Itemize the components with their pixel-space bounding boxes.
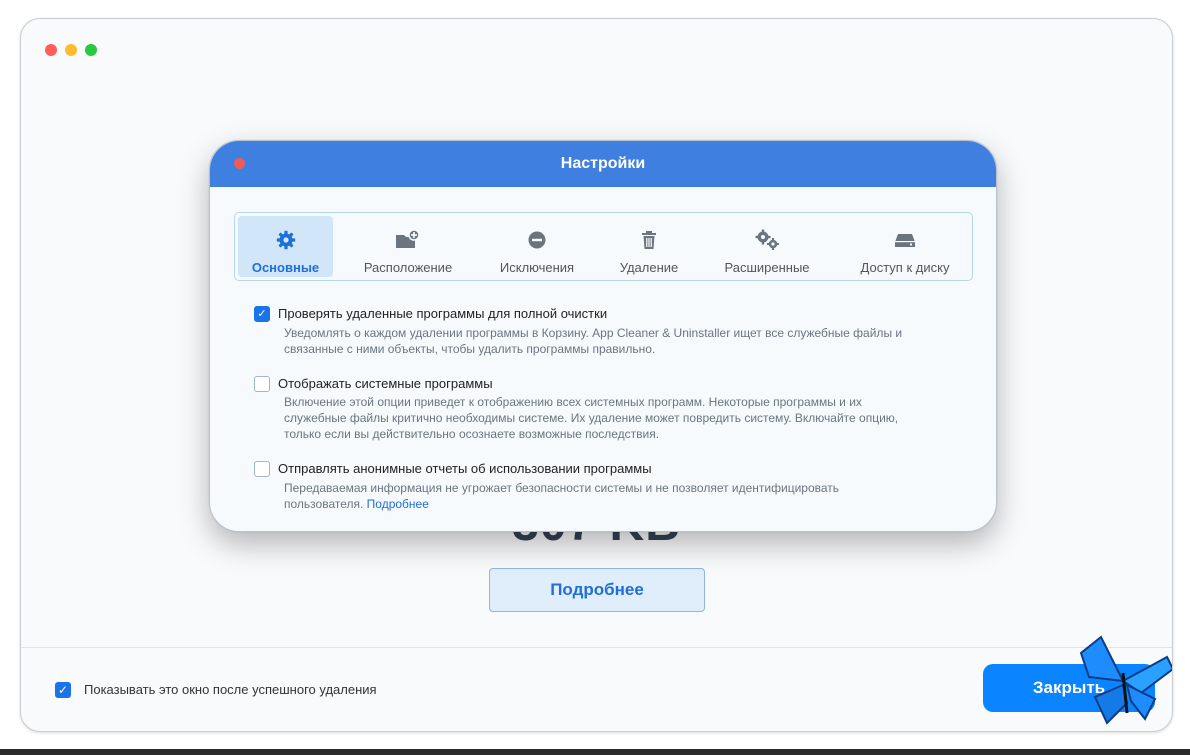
desc-line: пользователя. Подробнее: [284, 496, 964, 512]
settings-tabs: Основные Расположение Исключения Удалени…: [234, 212, 973, 281]
tab-advanced-label: Расширенные: [724, 260, 810, 275]
window-minimize-button[interactable]: [65, 44, 77, 56]
trash-icon: [605, 229, 693, 251]
folder-plus-icon: [343, 229, 473, 251]
desc-line: служебные файлы критично необходимы сист…: [284, 411, 899, 425]
gears-icon: [711, 229, 823, 251]
check-removed-apps-desc: Уведомлять о каждом удалении программы в…: [284, 325, 964, 357]
tab-general-label: Основные: [251, 260, 320, 275]
window-close-button[interactable]: [45, 44, 57, 56]
desc-line: связанные с ними объекты, чтобы удалить …: [284, 342, 656, 356]
settings-dialog: Настройки Основные Расположение Исключен…: [209, 140, 997, 532]
show-system-apps-desc: Включение этой опции приведет к отображе…: [284, 394, 964, 442]
show-window-label: Показывать это окно после успешного удал…: [84, 682, 377, 697]
desktop-strip: [0, 749, 1190, 755]
desc-line: Включение этой опции приведет к отображе…: [284, 395, 862, 409]
tab-locations-label: Расположение: [363, 260, 453, 275]
desc-line: Передаваемая информация не угрожает безо…: [284, 481, 840, 495]
minus-circle-icon: [485, 229, 589, 251]
desc-text: пользователя.: [284, 497, 364, 511]
check-removed-apps-checkbox[interactable]: ✓: [254, 306, 270, 322]
tab-exclusions[interactable]: Исключения: [485, 216, 589, 277]
tab-general[interactable]: Основные: [238, 216, 333, 277]
tab-removal-label: Удаление: [619, 260, 679, 275]
footer-divider: [21, 647, 1172, 648]
more-info-link[interactable]: Подробнее: [367, 497, 429, 511]
dialog-titlebar: Настройки: [210, 141, 996, 187]
tab-removal[interactable]: Удаление: [605, 216, 693, 277]
send-anonymous-reports-title: Отправлять анонимные отчеты об использов…: [278, 461, 652, 476]
show-system-apps-checkbox[interactable]: [254, 376, 270, 392]
dialog-title: Настройки: [560, 155, 646, 172]
send-anonymous-reports-checkbox[interactable]: [254, 461, 270, 477]
show-system-apps-title: Отображать системные программы: [278, 376, 493, 391]
tab-locations[interactable]: Расположение: [343, 216, 473, 277]
show-window-checkbox[interactable]: ✓: [55, 682, 71, 698]
send-anonymous-reports-desc: Передаваемая информация не угрожает безо…: [284, 480, 964, 512]
tab-advanced[interactable]: Расширенные: [711, 216, 823, 277]
disk-icon: [841, 229, 969, 251]
check-removed-apps-title: Проверять удаленные программы для полной…: [278, 306, 608, 321]
tab-disk-access[interactable]: Доступ к диску: [841, 216, 969, 277]
more-details-button[interactable]: Подробнее: [489, 568, 705, 612]
tab-disk-access-label: Доступ к диску: [860, 260, 950, 275]
butterfly-icon: [1079, 635, 1172, 725]
gear-icon: [238, 229, 333, 251]
desc-line: Уведомлять о каждом удалении программы в…: [284, 326, 903, 340]
tab-exclusions-label: Исключения: [499, 260, 575, 275]
window-zoom-button[interactable]: [85, 44, 97, 56]
desc-line: только если вы действительно осознаете в…: [284, 427, 660, 441]
